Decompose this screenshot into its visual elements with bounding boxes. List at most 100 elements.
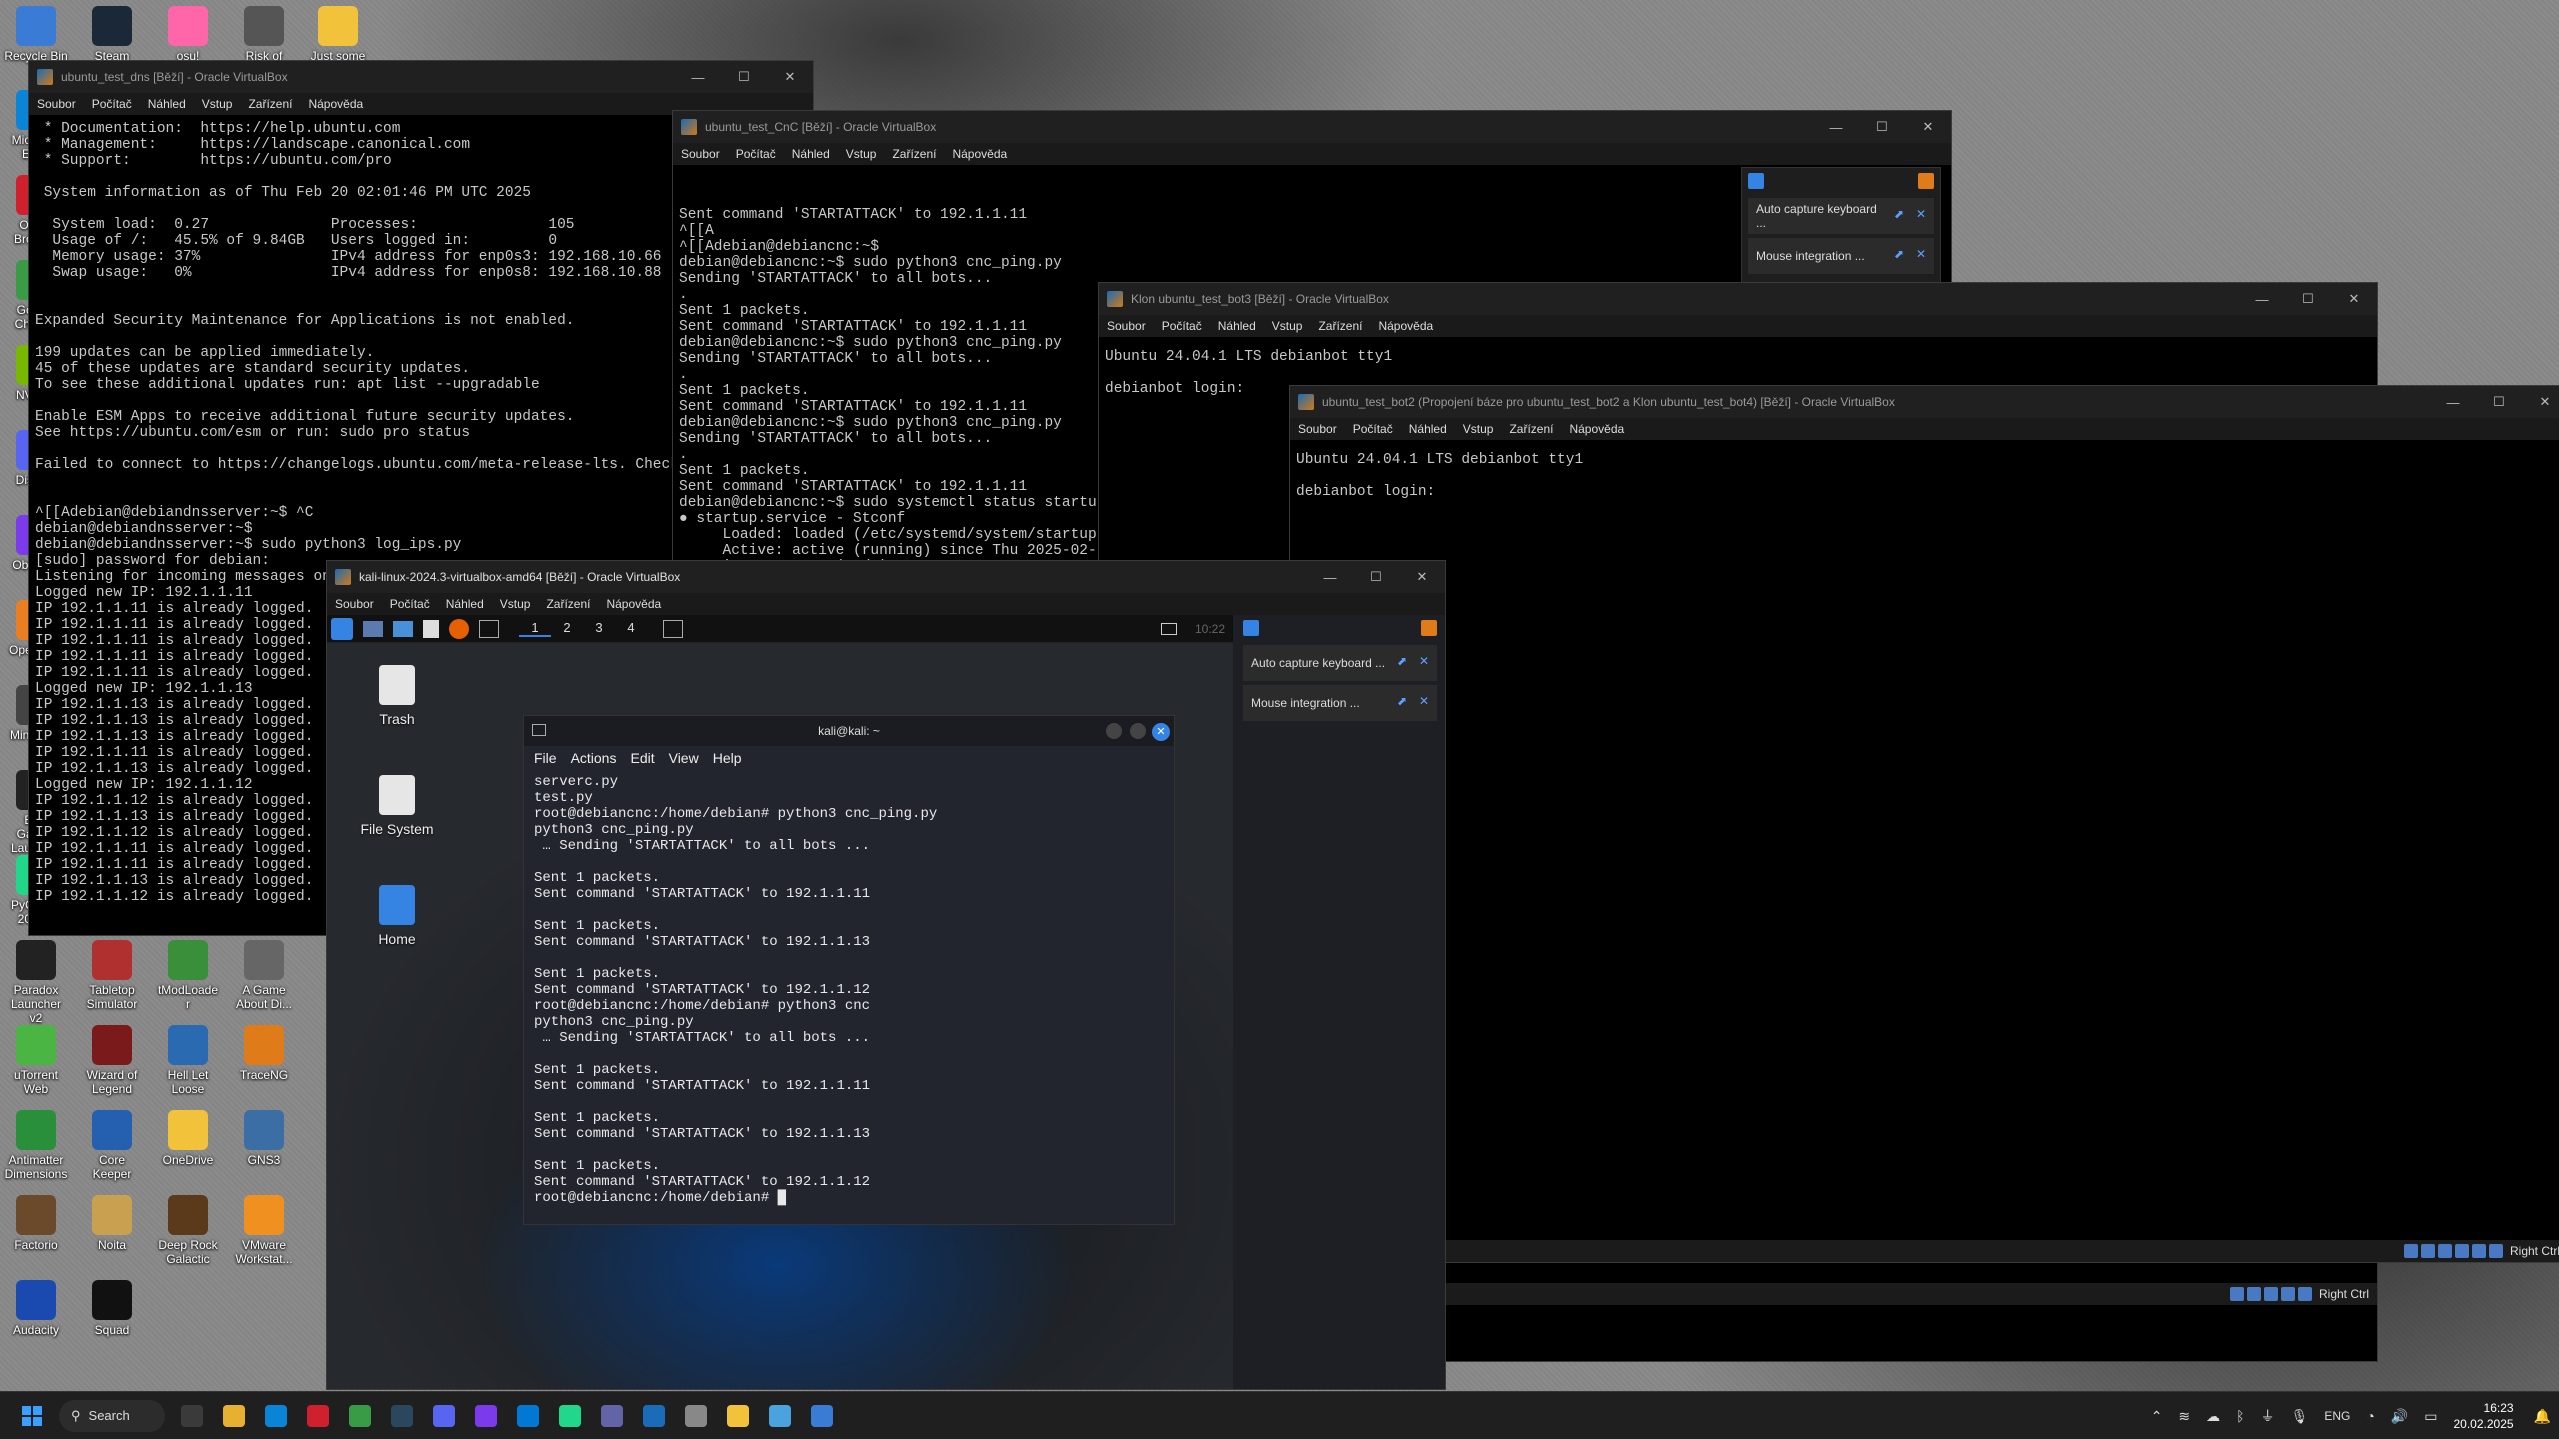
taskbar-app[interactable] [720,1398,756,1434]
taskbar-app[interactable] [762,1398,798,1434]
desktop-icon[interactable]: Antimatter Dimensions [4,1110,68,1181]
terminal-menu-help[interactable]: Help [713,750,742,766]
menu-item[interactable]: Zařízení [546,597,590,611]
taskbar-app[interactable] [510,1398,546,1434]
maximize-icon[interactable]: ☐ [1353,561,1399,593]
desktop-icon[interactable]: A Game About Di... [232,940,296,1011]
taskbar-app[interactable] [804,1398,840,1434]
start-button[interactable] [14,1398,50,1434]
taskbar-app[interactable] [552,1398,588,1434]
menu-item[interactable]: Vstup [202,97,233,111]
menu-item[interactable]: Nápověda [1378,319,1433,333]
menu-item[interactable]: Náhled [792,147,830,161]
firefox-icon[interactable] [449,618,469,639]
taskbar-app[interactable] [594,1398,630,1434]
taskbar-app[interactable] [174,1398,210,1434]
menu-item[interactable]: Počítač [390,597,430,611]
desktop-icon[interactable]: TraceNG [232,1025,296,1082]
maximize-button[interactable] [1130,723,1146,739]
folder-icon[interactable] [393,620,413,637]
taskbar-app[interactable] [300,1398,336,1434]
desktop-icon[interactable]: Recycle Bin [4,6,68,63]
menu-item[interactable]: Zařízení [1509,422,1553,436]
desktop-icon[interactable]: osu! [156,6,220,63]
close-icon[interactable]: ✕ [1912,247,1930,265]
desktop-icon[interactable]: uTorrent Web [4,1025,68,1096]
menu-item[interactable]: Náhled [148,97,186,111]
vbox-window-bot2[interactable]: ubuntu_test_bot2 (Propojení báze pro ubu… [1289,385,2559,1263]
close-icon[interactable]: ✕ [1415,694,1433,712]
auto-capture-row[interactable]: Auto capture keyboard ... ⬈ ✕ [1243,645,1437,681]
desktop-icon[interactable]: Just some [306,6,370,63]
terminal-output[interactable]: Ubuntu 24.04.1 LTS debianbot tty1 debianb… [1290,440,2559,1220]
panel-toggle-icon[interactable] [1243,620,1259,636]
desktop-icon[interactable]: Noita [80,1195,144,1252]
menu-item[interactable]: Vstup [1463,422,1494,436]
minimize-icon[interactable]: — [1813,111,1859,143]
close-icon[interactable]: ✕ [1912,207,1930,225]
close-icon[interactable]: ✕ [1399,561,1445,593]
close-icon[interactable]: ✕ [1905,111,1951,143]
pin-icon[interactable]: ⬈ [1890,247,1908,265]
clock[interactable]: 16:23 20.02.2025 [2454,1400,2514,1432]
terminal-titlebar[interactable]: kali@kali: ~ ✕ [524,716,1174,746]
vbox-window-kali[interactable]: kali-linux-2024.3-virtualbox-amd64 [Běží… [326,560,1446,1390]
close-button[interactable]: ✕ [1152,723,1170,741]
desktop-icon[interactable]: Deep Rock Galactic [156,1195,220,1266]
workspace-2[interactable]: 2 [551,620,583,637]
display-icon[interactable] [1160,622,1177,635]
close-icon[interactable]: ✕ [2522,386,2559,418]
panel-settings-icon[interactable] [1421,620,1437,636]
pin-icon[interactable]: ⬈ [1393,694,1411,712]
mouse-integration-row[interactable]: Mouse integration ... ⬈ ✕ [1243,685,1437,721]
kali-terminal-window[interactable]: kali@kali: ~ ✕ File Actions Edit View Help s… [523,715,1175,1225]
chevron-up-icon[interactable]: ⌃ [2151,1408,2163,1425]
desktop-icon[interactable]: Audacity [4,1280,68,1337]
cloud-icon[interactable]: ☁ [2206,1408,2220,1425]
kali-menu-icon[interactable] [331,617,353,640]
active-window-icon[interactable] [663,619,683,638]
workspace-4[interactable]: 4 [615,620,647,637]
wifi-icon[interactable]: ◔ [2366,1408,2374,1424]
taskbar-app[interactable] [678,1398,714,1434]
menu-item[interactable]: Počítač [736,147,776,161]
menu-item[interactable]: Náhled [1218,319,1256,333]
menu-item[interactable]: Nápověda [952,147,1007,161]
desktop-icon[interactable]: Wizard of Legend [80,1025,144,1096]
menu-item[interactable]: Náhled [446,597,484,611]
auto-capture-row[interactable]: Auto capture keyboard ... ⬈ ✕ [1748,198,1934,234]
terminal-output[interactable]: serverc.py test.py root@debiancnc:/home/de… [524,770,1174,1220]
taskbar-app[interactable] [384,1398,420,1434]
desktop-icon[interactable]: Squad [80,1280,144,1337]
lang-indicator[interactable]: ENG [2324,1409,2350,1423]
maximize-icon[interactable]: ☐ [1859,111,1905,143]
title-bar[interactable]: ubuntu_test_CnC [Běží] - Oracle VirtualB… [673,111,1951,143]
close-icon[interactable]: ✕ [2331,283,2377,315]
minimize-icon[interactable]: — [2430,386,2476,418]
terminal-menu-view[interactable]: View [669,750,699,766]
menu-item[interactable]: Náhled [1409,422,1447,436]
menu-item[interactable]: Soubor [37,97,76,111]
minimize-icon[interactable]: — [2239,283,2285,315]
workspace-3[interactable]: 3 [583,620,615,637]
taskbar-app[interactable] [468,1398,504,1434]
menu-item[interactable]: Zařízení [248,97,292,111]
terminal-launcher-icon[interactable] [363,620,383,637]
title-bar[interactable]: ubuntu_test_bot2 (Propojení báze pro ubu… [1290,386,2559,418]
terminal-menu-actions[interactable]: Actions [571,750,617,766]
menu-item[interactable]: Soubor [681,147,720,161]
menu-item[interactable]: Vstup [500,597,531,611]
menu-item[interactable]: Počítač [1162,319,1202,333]
mouse-integration-row[interactable]: Mouse integration ... ⬈ ✕ [1748,238,1934,274]
terminal-menu-edit[interactable]: Edit [630,750,654,766]
panel-settings-icon[interactable] [1918,173,1934,189]
minimize-icon[interactable]: — [1307,561,1353,593]
menu-item[interactable]: Zařízení [1318,319,1362,333]
desktop-icon[interactable]: OneDrive [156,1110,220,1167]
maximize-icon[interactable]: ☐ [2476,386,2522,418]
menu-item[interactable]: Nápověda [606,597,661,611]
bluetooth-icon[interactable]: ᛒ [2236,1408,2244,1424]
notification-icon[interactable]: 🔔 [2534,1408,2551,1425]
taskbar-app[interactable] [342,1398,378,1434]
panel-toggle-icon[interactable] [1748,173,1764,189]
